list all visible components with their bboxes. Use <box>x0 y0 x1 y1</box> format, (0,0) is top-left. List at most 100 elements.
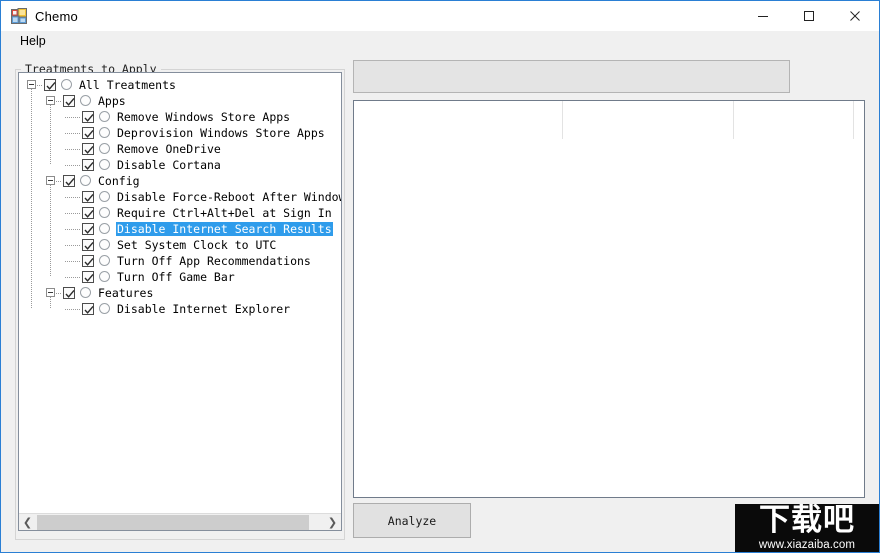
tree-connector-line <box>65 197 81 198</box>
tree-node-checkbox[interactable] <box>82 223 94 235</box>
tree-connector-line <box>65 229 81 230</box>
tree-node-checkbox[interactable] <box>82 207 94 219</box>
tree-node[interactable]: Turn Off App Recommendations <box>19 253 341 269</box>
tree-node-checkbox[interactable] <box>82 255 94 267</box>
tree-node-label: Apps <box>98 94 126 108</box>
tree-connector-line <box>65 117 81 118</box>
tree-node[interactable]: Deprovision Windows Store Apps <box>19 125 341 141</box>
tree-node[interactable]: Remove Windows Store Apps <box>19 109 341 125</box>
tree-node[interactable]: Remove OneDrive <box>19 141 341 157</box>
treatments-tree[interactable]: All Treatments Apps Remove Windows Store A… <box>18 72 342 531</box>
checkmark-icon <box>84 209 94 218</box>
tree-node[interactable]: Set System Clock to UTC <box>19 237 341 253</box>
tree-node-checkbox[interactable] <box>63 95 75 107</box>
listview-column-separator[interactable] <box>733 101 734 139</box>
checkmark-icon <box>84 193 94 202</box>
tree-connector-line <box>65 149 81 150</box>
tree-collapse-icon[interactable] <box>46 288 55 297</box>
tree-node-checkbox[interactable] <box>82 271 94 283</box>
checkmark-icon <box>65 289 75 298</box>
tree-connector-line <box>65 261 81 262</box>
info-panel <box>353 60 790 93</box>
tree-node[interactable]: Disable Force-Reboot After Windows Updat… <box>19 189 341 205</box>
checkmark-icon <box>84 129 94 138</box>
treatment-status-circle-icon <box>80 287 91 298</box>
checkmark-icon <box>65 177 75 186</box>
tree-node[interactable]: Config <box>19 173 341 189</box>
menu-item-help[interactable]: Help <box>13 32 53 51</box>
tree-node-checkbox[interactable] <box>82 143 94 155</box>
tree-connector-line <box>65 165 81 166</box>
tree-node-label: Turn Off Game Bar <box>117 270 235 284</box>
tree-collapse-icon[interactable] <box>46 176 55 185</box>
checkmark-icon <box>84 113 94 122</box>
checkmark-icon <box>65 97 75 106</box>
tree-node-label: Disable Cortana <box>117 158 221 172</box>
analyze-button[interactable]: Analyze <box>353 503 471 538</box>
treatment-status-circle-icon <box>80 95 91 106</box>
treatment-status-circle-icon <box>99 271 110 282</box>
maximize-button[interactable] <box>786 1 832 30</box>
listview-column-separator[interactable] <box>562 101 563 139</box>
treatment-status-circle-icon <box>99 207 110 218</box>
minimize-icon <box>758 15 768 17</box>
watermark-logo-text: 下载吧 <box>759 504 855 538</box>
tree-node-checkbox[interactable] <box>82 111 94 123</box>
tree-node-label: Remove Windows Store Apps <box>117 110 291 124</box>
maximize-icon <box>804 10 814 21</box>
watermark-url: www.xiazaiba.com <box>758 539 856 551</box>
tree-collapse-icon[interactable] <box>27 80 36 89</box>
tree-node[interactable]: Require Ctrl+Alt+Del at Sign In <box>19 205 341 221</box>
treatment-status-circle-icon <box>99 111 110 122</box>
treatment-status-circle-icon <box>99 143 110 154</box>
tree-node-checkbox[interactable] <box>44 79 56 91</box>
tree-connector-line <box>65 213 81 214</box>
tree-node-label: Deprovision Windows Store Apps <box>117 126 325 140</box>
minimize-button[interactable] <box>740 1 786 30</box>
window-title: Chemo <box>35 8 78 24</box>
title-bar: Chemo <box>1 1 879 31</box>
results-listview[interactable] <box>353 100 865 498</box>
tree-node-label: Require Ctrl+Alt+Del at Sign In <box>117 206 332 220</box>
tree-node[interactable]: Apps <box>19 93 341 109</box>
tree-node-checkbox[interactable] <box>82 191 94 203</box>
scroll-left-arrow-icon[interactable]: ❮ <box>19 514 36 530</box>
checkmark-icon <box>84 273 94 282</box>
tree-node[interactable]: Disable Cortana <box>19 157 341 173</box>
checkmark-icon <box>84 225 94 234</box>
tree-node-checkbox[interactable] <box>82 127 94 139</box>
tree-connector-line <box>65 133 81 134</box>
tree-collapse-icon[interactable] <box>46 96 55 105</box>
treatment-status-circle-icon <box>99 159 110 170</box>
tree-node-checkbox[interactable] <box>82 159 94 171</box>
tree-node-checkbox[interactable] <box>82 303 94 315</box>
tree-connector-line <box>56 181 62 182</box>
treatment-status-circle-icon <box>99 303 110 314</box>
tree-node[interactable]: All Treatments <box>19 77 341 93</box>
listview-column-separator[interactable] <box>853 101 854 139</box>
tree-node[interactable]: Features <box>19 285 341 301</box>
tree-horizontal-scrollbar[interactable]: ❮ ❯ <box>19 513 341 530</box>
tree-node[interactable]: Disable Internet Explorer <box>19 301 341 317</box>
application-window: Chemo Help Treatments to Apply All Treat… <box>0 0 880 553</box>
treatment-status-circle-icon <box>99 191 110 202</box>
app-icon <box>11 8 27 24</box>
tree-connector-line <box>56 293 62 294</box>
checkmark-icon <box>46 81 56 90</box>
scrollbar-thumb[interactable] <box>37 515 309 530</box>
tree-connector-line <box>37 85 43 86</box>
tree-node-label: Disable Internet Search Results <box>116 222 333 236</box>
tree-node-checkbox[interactable] <box>63 175 75 187</box>
treatment-status-circle-icon <box>80 175 91 186</box>
tree-node[interactable]: Disable Internet Search Results <box>19 221 341 237</box>
tree-node-checkbox[interactable] <box>63 287 75 299</box>
scroll-right-arrow-icon[interactable]: ❯ <box>324 514 341 530</box>
tree-node[interactable]: Turn Off Game Bar <box>19 269 341 285</box>
close-button[interactable] <box>832 1 878 30</box>
close-icon <box>850 10 860 21</box>
tree-node-label: Config <box>98 174 140 188</box>
tree-node-checkbox[interactable] <box>82 239 94 251</box>
checkmark-icon <box>84 257 94 266</box>
treatment-status-circle-icon <box>99 239 110 250</box>
tree-node-label: All Treatments <box>79 78 176 92</box>
